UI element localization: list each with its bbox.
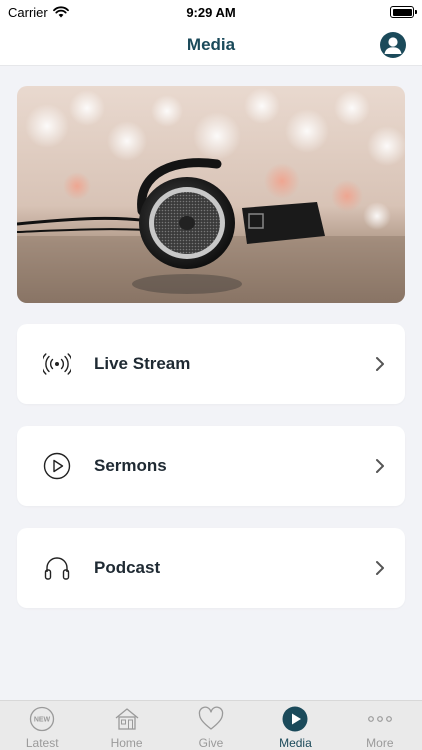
nav-bar: Media bbox=[0, 24, 422, 66]
podcast-card[interactable]: Podcast bbox=[17, 528, 405, 608]
tab-label-media: Media bbox=[279, 736, 312, 750]
tab-give[interactable]: Give bbox=[169, 701, 253, 750]
sermons-card[interactable]: Sermons bbox=[17, 426, 405, 506]
tab-label-home: Home bbox=[110, 736, 143, 750]
play-circle-icon bbox=[43, 452, 71, 480]
status-time: 9:29 AM bbox=[186, 4, 236, 20]
status-bar: Carrier 9:29 AM bbox=[0, 0, 422, 24]
tab-latest[interactable]: NEW Latest bbox=[0, 701, 84, 750]
tab-media[interactable]: Media bbox=[253, 701, 337, 750]
new-badge-text: NEW bbox=[34, 717, 51, 724]
hero-image bbox=[17, 86, 405, 303]
tab-label-latest: Latest bbox=[25, 736, 59, 750]
broadcast-icon bbox=[43, 353, 71, 375]
play-icon bbox=[282, 706, 308, 732]
house-icon bbox=[114, 706, 140, 732]
headphones-photo bbox=[17, 86, 405, 303]
chevron-right-icon bbox=[376, 459, 384, 473]
chevron-right-icon bbox=[376, 561, 384, 575]
tab-bar: NEW Latest Home Give Media More bbox=[0, 700, 422, 750]
user-icon bbox=[384, 37, 402, 54]
sermons-label: Sermons bbox=[94, 456, 167, 475]
new-badge-icon: NEW bbox=[29, 706, 55, 732]
tab-label-more: More bbox=[366, 736, 394, 750]
tab-more[interactable]: More bbox=[338, 701, 422, 750]
battery-icon bbox=[390, 6, 417, 18]
chevron-right-icon bbox=[376, 357, 384, 371]
heart-icon bbox=[198, 706, 224, 732]
headphones-icon bbox=[44, 557, 70, 580]
ellipsis-icon bbox=[367, 706, 393, 732]
page-title: Media bbox=[186, 34, 236, 54]
profile-button[interactable] bbox=[380, 32, 406, 58]
tab-home[interactable]: Home bbox=[84, 701, 168, 750]
live-stream-card[interactable]: Live Stream bbox=[17, 324, 405, 404]
podcast-label: Podcast bbox=[94, 558, 161, 577]
live-stream-label: Live Stream bbox=[94, 354, 191, 373]
tab-label-give: Give bbox=[198, 736, 224, 750]
